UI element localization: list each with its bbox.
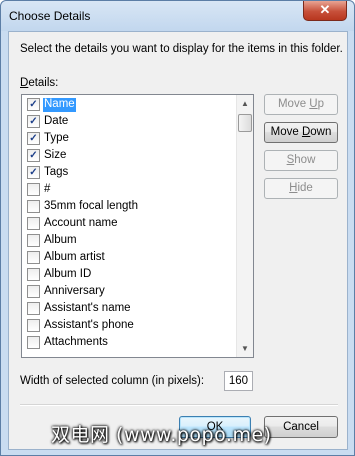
list-item[interactable]: Album ID [22,266,236,283]
window-title: Choose Details [9,9,91,23]
list-item[interactable]: Assistant's phone [22,317,236,334]
list-item[interactable]: ✓ Type [22,130,236,147]
list-item-label: Tags [44,166,69,178]
checkbox[interactable]: ✓ [27,132,40,145]
list-item-label: 35mm focal length [44,200,138,212]
list-item[interactable]: 35mm focal length [22,198,236,215]
checkbox[interactable]: ✓ [27,149,40,162]
checkbox[interactable] [27,319,40,332]
list-item-label: Size [44,149,67,161]
list-item[interactable]: Account name [22,215,236,232]
list-item-label: Assistant's phone [44,319,134,331]
list-item-label: Album [44,234,77,246]
list-item-label: Name [43,98,76,112]
list-item[interactable]: ✓ Size [22,147,236,164]
scroll-down-arrow-icon[interactable]: ▼ [237,340,253,357]
move-up-label-pre: Move [277,98,310,110]
list-item[interactable]: Assistant's name [22,300,236,317]
list-scrollbar[interactable]: ▲ ▼ [236,95,253,357]
separator-line [20,404,338,406]
list-item-label: Account name [44,217,118,229]
checkbox[interactable] [27,336,40,349]
list-item[interactable]: Album artist [22,249,236,266]
close-icon: ✕ [319,2,331,17]
move-up-button[interactable]: Move Up [264,94,338,115]
move-down-button[interactable]: Move Down [264,122,338,143]
list-item[interactable]: ✓ Tags [22,164,236,181]
details-label: Details: [20,77,58,89]
checkbox[interactable] [27,183,40,196]
show-button[interactable]: Show [264,150,338,171]
details-label-rest: etails: [28,77,59,89]
move-down-label-post: own [310,126,332,138]
list-item[interactable]: Album [22,232,236,249]
move-up-label-post: p [317,98,325,110]
hide-button[interactable]: Hide [264,178,338,199]
details-list-rows: ✓ Name ✓ Date ✓ Type ✓ Size ✓ Tags #35mm focal len… [22,96,236,351]
checkbox[interactable] [27,268,40,281]
checkbox[interactable] [27,302,40,315]
scroll-thumb[interactable] [238,114,252,133]
list-item-label: Attachments [44,336,108,348]
hide-label-post: ide [297,182,313,194]
column-width-label: Width of selected column (in pixels): [20,375,205,387]
checkbox[interactable] [27,234,40,247]
checkbox[interactable] [27,200,40,213]
list-item-label: Type [44,132,69,144]
list-item-label: Album ID [44,268,92,280]
list-item-label: # [44,183,51,195]
move-down-label-pre: Move [270,126,302,138]
checkbox[interactable]: ✓ [27,166,40,179]
details-list[interactable]: ✓ Name ✓ Date ✓ Type ✓ Size ✓ Tags #35mm focal len… [21,94,254,358]
list-item[interactable]: ✓ Date [22,113,236,130]
close-button[interactable]: ✕ [303,1,347,21]
scroll-up-arrow-icon[interactable]: ▲ [237,95,253,112]
list-item-label: Assistant's name [44,302,131,314]
checkbox[interactable] [27,251,40,264]
list-item-label: Anniversary [44,285,105,297]
cancel-button[interactable]: Cancel [264,416,338,438]
move-up-mnemonic: U [309,98,318,110]
list-item[interactable]: ✓ Name [22,96,236,113]
site-watermark: 双电网 (www.popo.me) [51,424,272,446]
choose-details-dialog: Choose Details ✕ Select the details you … [0,0,355,456]
list-item-label: Album artist [44,251,105,263]
list-item[interactable]: # [22,181,236,198]
checkbox[interactable]: ✓ [27,98,40,111]
list-item[interactable]: Attachments [22,334,236,351]
title-bar[interactable]: Choose Details ✕ [1,1,354,31]
column-width-input[interactable]: 160 [224,371,253,391]
dialog-client-area: Select the details you want to display f… [8,31,348,450]
checkbox[interactable]: ✓ [27,115,40,128]
list-item[interactable]: Anniversary [22,283,236,300]
show-label-post: how [294,154,316,166]
instruction-text: Select the details you want to display f… [20,43,343,55]
list-item-label: Date [44,115,69,127]
checkbox[interactable] [27,285,40,298]
checkbox[interactable] [27,217,40,230]
